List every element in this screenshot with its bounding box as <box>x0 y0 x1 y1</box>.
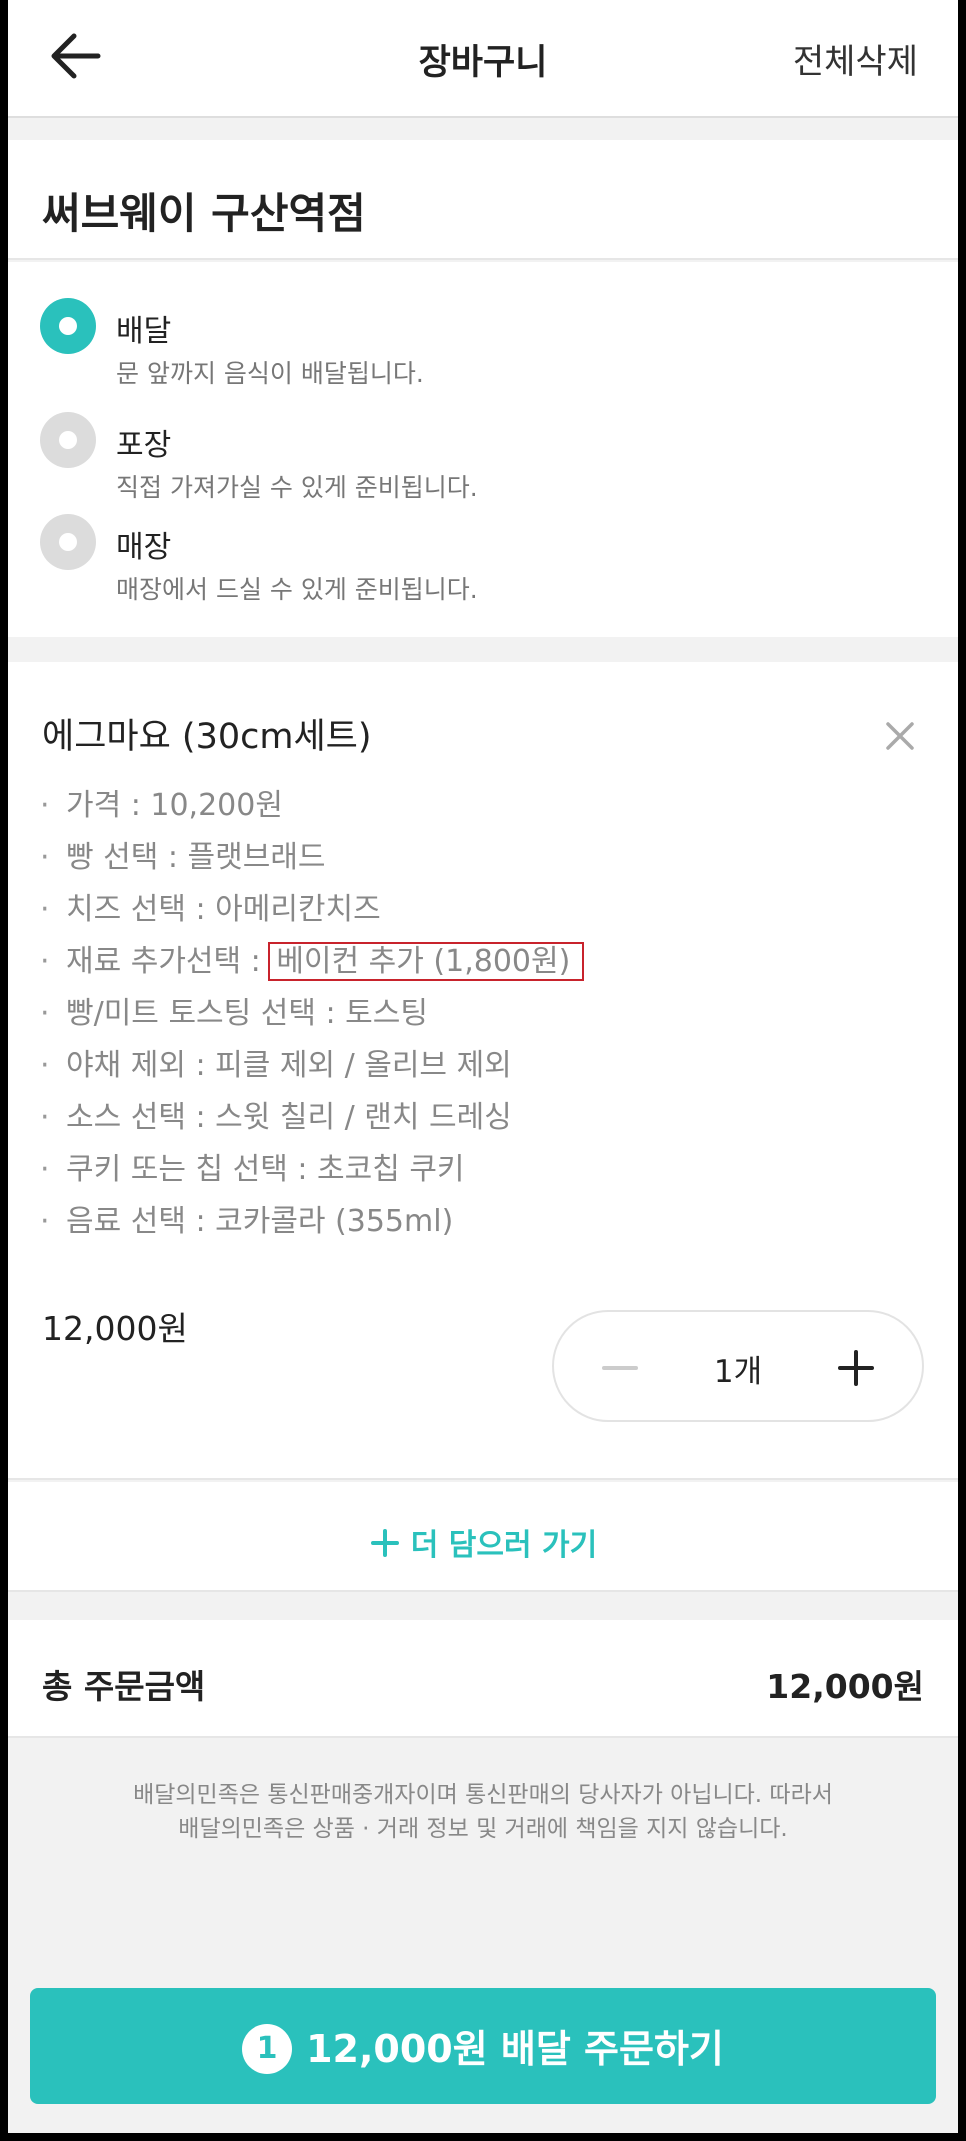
option-text: 빵 선택 : 플랫브래드 <box>66 840 326 875</box>
order-type-section: 배달 문 앞까지 음식이 배달됩니다. 포장 직접 가져가실 수 있게 준비됩니… <box>8 262 958 637</box>
item-option-list: · 가격 : 10,200원 · 빵 선택 : 플랫브래드 · 치즈 선택 : 아메리… <box>40 780 585 1248</box>
highlighted-option: 베이컨 추가 (1,800원) <box>268 942 585 981</box>
app-header: 장바구니 전체삭제 <box>8 0 958 118</box>
order-type-desc: 문 앞까지 음식이 배달됩니다. <box>116 359 424 388</box>
cart-screen: 장바구니 전체삭제 써브웨이 구산역점 배달 문 앞까지 음식이 배달됩니다. … <box>8 0 958 2133</box>
order-type-delivery[interactable]: 배달 문 앞까지 음식이 배달됩니다. <box>40 298 920 388</box>
plus-icon <box>370 1529 399 1557</box>
notice-line: 배달의민족은 상품 · 거래 정보 및 거래에 책임을 지지 않습니다. <box>178 1816 788 1842</box>
remove-item-button[interactable] <box>880 716 920 756</box>
order-button-content: 1 12,000원 배달 주문하기 <box>30 2018 936 2074</box>
add-more-content: 더 담으러 가기 <box>8 1520 958 1564</box>
notice-line: 배달의민족은 통신판매중개자이며 통신판매의 당사자가 아닙니다. 따라서 <box>133 1782 833 1808</box>
option-text: 쿠키 또는 칩 선택 : 초코칩 쿠키 <box>66 1152 465 1187</box>
add-more-button[interactable]: 더 담으러 가기 <box>8 1482 958 1592</box>
item-option: · 재료 추가선택 : 베이컨 추가 (1,800원) <box>40 936 585 988</box>
total-section: 총 주문금액 12,000원 <box>8 1620 958 1738</box>
cart-item: 에그마요 (30cm세트) · 가격 : 10,200원 · 빵 선택 : 플랫브래… <box>8 662 958 1480</box>
increase-quantity-button[interactable] <box>826 1338 886 1398</box>
total-value: 12,000원 <box>766 1667 924 1706</box>
order-type-label: 매장 <box>116 530 172 565</box>
option-text: 가격 : 10,200원 <box>66 788 283 823</box>
order-type-desc: 직접 가져가실 수 있게 준비됩니다. <box>116 473 478 502</box>
order-type-desc: 매장에서 드실 수 있게 준비됩니다. <box>116 575 478 604</box>
option-text: 야채 제외 : 피클 제외 / 올리브 제외 <box>66 1048 512 1083</box>
option-text: 빵/미트 토스팅 선택 : 토스팅 <box>66 996 428 1031</box>
item-price: 12,000원 <box>42 1309 188 1348</box>
order-button[interactable]: 1 12,000원 배달 주문하기 <box>30 1988 936 2104</box>
order-type-dine-in[interactable]: 매장 매장에서 드실 수 있게 준비됩니다. <box>40 514 920 604</box>
option-text: 재료 추가선택 : <box>66 944 271 979</box>
store-name: 써브웨이 구산역점 <box>42 189 366 238</box>
order-type-label: 배달 <box>116 314 172 349</box>
radio-takeout[interactable] <box>40 412 96 468</box>
add-more-label: 더 담으러 가기 <box>410 1528 598 1563</box>
total-label: 총 주문금액 <box>42 1667 206 1706</box>
item-count-badge: 1 <box>242 2024 293 2074</box>
item-option: · 빵 선택 : 플랫브래드 <box>40 840 326 875</box>
legal-notice: 배달의민족은 통신판매중개자이며 통신판매의 당사자가 아닙니다. 따라서 배달… <box>8 1778 958 1846</box>
item-option: · 쿠키 또는 칩 선택 : 초코칩 쿠키 <box>40 1152 465 1187</box>
delete-all-button[interactable]: 전체삭제 <box>793 34 918 83</box>
option-text: 치즈 선택 : 아메리칸치즈 <box>66 892 381 927</box>
item-option: · 소스 선택 : 스윗 칠리 / 랜치 드레싱 <box>40 1100 512 1135</box>
store-section: 써브웨이 구산역점 <box>8 140 958 260</box>
item-option: · 치즈 선택 : 아메리칸치즈 <box>40 892 381 927</box>
radio-delivery[interactable] <box>40 298 96 354</box>
item-option: · 빵/미트 토스팅 선택 : 토스팅 <box>40 996 428 1031</box>
order-type-takeout[interactable]: 포장 직접 가져가실 수 있게 준비됩니다. <box>40 412 920 502</box>
radio-dine-in[interactable] <box>40 514 96 570</box>
plus-icon <box>838 1350 874 1386</box>
option-text: 음료 선택 : 코카콜라 (355ml) <box>66 1204 454 1239</box>
item-option: · 야채 제외 : 피클 제외 / 올리브 제외 <box>40 1048 512 1083</box>
option-text: 소스 선택 : 스윗 칠리 / 랜치 드레싱 <box>66 1100 512 1135</box>
quantity-stepper: 1개 <box>552 1310 924 1422</box>
order-button-label: 12,000원 배달 주문하기 <box>306 2027 724 2071</box>
item-option: · 음료 선택 : 코카콜라 (355ml) <box>40 1204 454 1239</box>
item-name: 에그마요 (30cm세트) <box>42 717 372 757</box>
close-icon <box>886 722 914 750</box>
item-option: · 가격 : 10,200원 <box>40 788 283 823</box>
order-type-label: 포장 <box>116 428 172 463</box>
